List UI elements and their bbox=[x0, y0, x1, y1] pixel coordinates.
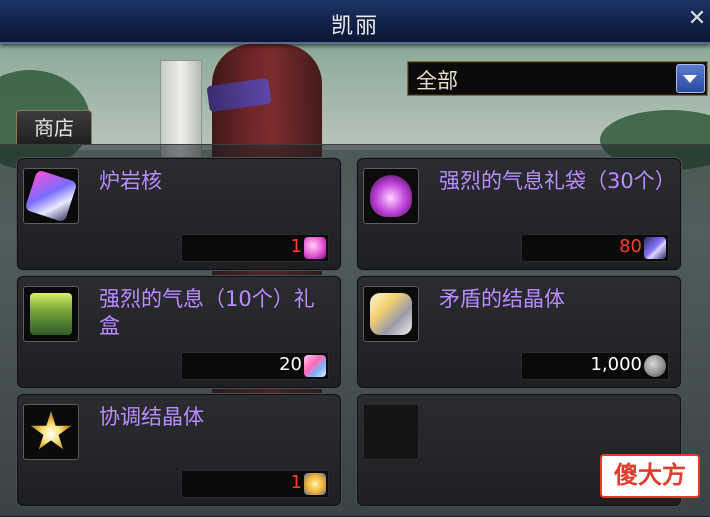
tab-shop[interactable]: 商店 bbox=[16, 110, 92, 145]
price-box: 1,000 bbox=[521, 352, 669, 380]
item-name: 炉岩核 bbox=[99, 169, 162, 193]
watermark-logo: 傻大方 bbox=[600, 454, 700, 498]
dropdown-arrow-icon[interactable] bbox=[676, 64, 705, 93]
magic-wand-currency-icon bbox=[644, 237, 666, 259]
filter-dropdown[interactable]: 全部 bbox=[407, 61, 708, 96]
price-box: 80 bbox=[521, 234, 669, 262]
gold-crystal-currency-icon bbox=[304, 473, 326, 495]
shop-item-card[interactable]: 强烈的气息礼袋（30个） 80 bbox=[356, 157, 682, 271]
item-name: 协调结晶体 bbox=[99, 405, 204, 429]
item-name: 强烈的气息（10个）礼盒 bbox=[99, 287, 315, 338]
shop-item-card[interactable]: 矛盾的结晶体 1,000 bbox=[356, 275, 682, 389]
pink-orb-currency-icon bbox=[304, 237, 326, 259]
item-price: 20 bbox=[279, 354, 302, 375]
item-price: 80 bbox=[619, 236, 642, 257]
shop-item-card[interactable]: 强烈的气息（10个）礼盒 20 bbox=[16, 275, 342, 389]
purple-gift-bag-icon bbox=[363, 168, 419, 224]
filter-selected-value: 全部 bbox=[416, 69, 458, 93]
crystal-currency-icon bbox=[304, 355, 326, 377]
window-title: 凯丽 bbox=[330, 14, 379, 39]
price-box: 1 bbox=[181, 470, 329, 498]
item-name: 强烈的气息礼袋（30个） bbox=[439, 169, 676, 193]
shop-item-card[interactable]: 炉岩核 1 bbox=[16, 157, 342, 271]
title-bar: 凯丽 ✕ bbox=[0, 0, 710, 44]
price-box: 1 bbox=[181, 234, 329, 262]
close-icon[interactable]: ✕ bbox=[686, 6, 708, 32]
item-name: 矛盾的结晶体 bbox=[439, 287, 565, 311]
pink-crystal-icon bbox=[23, 168, 79, 224]
item-price: 1 bbox=[290, 472, 302, 493]
green-gift-box-icon bbox=[23, 286, 79, 342]
empty-slot-icon bbox=[363, 404, 419, 460]
gold-crystal-icon bbox=[363, 286, 419, 342]
item-price: 1,000 bbox=[590, 354, 642, 375]
star-crystal-icon bbox=[23, 404, 79, 460]
price-box: 20 bbox=[181, 352, 329, 380]
gray-coin-currency-icon bbox=[644, 355, 666, 377]
shop-item-card[interactable]: 协调结晶体 1 bbox=[16, 393, 342, 507]
item-price: 1 bbox=[290, 236, 302, 257]
